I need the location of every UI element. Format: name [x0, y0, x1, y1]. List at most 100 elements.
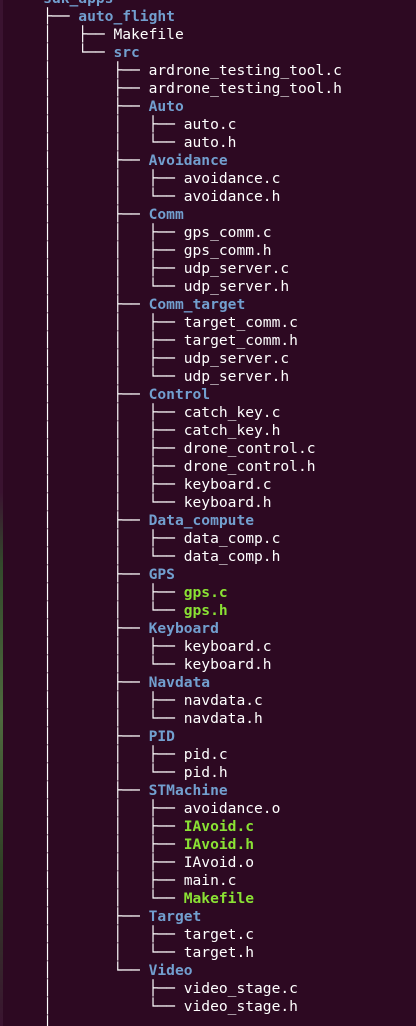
- file-name: udp_server.h: [183, 278, 290, 295]
- tree-row-file: │ ├── ardrone_testing_tool.h: [8, 80, 342, 98]
- directory-name: auto_flight: [78, 8, 175, 25]
- tree-row-file: │ │ ├── keyboard.c: [8, 476, 342, 494]
- tree-row-file: │ │ ├── keyboard.c: [8, 638, 342, 656]
- desktop-background-strip: [0, 0, 3, 1026]
- tree-guide-lines: │ │ ├──: [8, 692, 184, 709]
- tree-row-file: │ │ └── navdata.h: [8, 710, 342, 728]
- file-name: navdata.c: [183, 692, 263, 709]
- tree-row-directory: │ ├── Keyboard: [8, 620, 342, 638]
- tree-row-directory: ├── auto_flight: [8, 8, 342, 26]
- tree-guide-lines: │ │ ├──: [8, 800, 184, 817]
- tree-guide-lines: │ │ ├──: [8, 476, 184, 493]
- tree-guide-lines: │ │ ├──: [8, 746, 184, 763]
- file-name: avoidance.c: [183, 170, 281, 187]
- tree-row-file: │ │ └── Makefile: [8, 890, 342, 908]
- tree-row-file: │ │ └── pid.h: [8, 764, 342, 782]
- tree-guide-lines: │ └──: [8, 962, 149, 979]
- tree-row-file: │ │ ├── target.c: [8, 926, 342, 944]
- tree-guide-lines: │ ├──: [8, 152, 149, 169]
- tree-row-directory: │ ├── Avoidance: [8, 152, 342, 170]
- tree-row-file: │ ├── video_stage.c: [8, 980, 342, 998]
- tree-row-file: │ ├── ardrone_testing_tool.c: [8, 62, 342, 80]
- tree-guide-lines: │ ├──: [8, 512, 149, 529]
- tree-guide-lines: │ │ └──: [8, 548, 184, 565]
- file-name: navdata.h: [183, 710, 263, 727]
- tree-guide-lines: │ ├──: [8, 206, 149, 223]
- tree-guide-lines: │ │ └──: [8, 134, 184, 151]
- tree-row-file: │ │ └── keyboard.h: [8, 494, 342, 512]
- file-name: pid.h: [183, 764, 228, 781]
- tree-guide-lines: │ │ ├──: [8, 404, 184, 421]
- directory-name: src: [113, 44, 140, 61]
- tree-guide-lines: │ │ ├──: [8, 422, 184, 439]
- tree-guide-lines: │ │ ├──: [8, 224, 184, 241]
- directory-tree: └── sdk_apps ├── auto_flight │ ├── Makef…: [8, 0, 342, 1026]
- file-name: IAvoid.o: [183, 854, 255, 871]
- executable-file-name: gps.c: [183, 584, 228, 601]
- tree-row-file: │ ├── Makefile: [8, 26, 342, 44]
- tree-row-file: │ │ └── keyboard.h: [8, 656, 342, 674]
- tree-row-directory: │ ├── Navdata: [8, 674, 342, 692]
- tree-row-file: │ │ └── avoidance.h: [8, 188, 342, 206]
- tree-guide-lines: │ │ └──: [8, 368, 184, 385]
- file-name: drone_control.h: [183, 458, 316, 475]
- tree-row-file: │ │ └── auto.h: [8, 134, 342, 152]
- tree-guide-lines: │ │ ├──: [8, 818, 184, 835]
- tree-guide-lines: │ │ └──: [8, 656, 184, 673]
- tree-row-file: │ │ └── target.h: [8, 944, 342, 962]
- tree-row-file: │ │ ├── pid.c: [8, 746, 342, 764]
- tree-row-file: │ │ ├── udp_server.c: [8, 350, 342, 368]
- directory-name: Control: [148, 386, 211, 403]
- tree-guide-lines: ├──: [8, 8, 79, 25]
- file-name: avoidance.h: [183, 188, 281, 205]
- file-name: gps_comm.c: [183, 224, 272, 241]
- tree-row-directory: │ └── src: [8, 44, 342, 62]
- executable-file-name: IAvoid.c: [183, 818, 255, 835]
- tree-guide-lines: │ │ ├──: [8, 350, 184, 367]
- directory-name: Comm: [148, 206, 184, 223]
- file-name: Makefile: [113, 26, 184, 43]
- tree-guide-lines: │ │ └──: [8, 278, 184, 295]
- tree-guide-lines: │ │ ├──: [8, 170, 184, 187]
- tree-guide-lines: │ │ └──: [8, 188, 184, 205]
- file-name: keyboard.h: [183, 494, 272, 511]
- tree-row-directory: │ ├── Comm_target: [8, 296, 342, 314]
- file-name: data_comp.h: [183, 548, 281, 565]
- tree-guide-lines: │ │ └──: [8, 710, 184, 727]
- executable-file-name: gps.h: [183, 602, 228, 619]
- directory-name: sdk_apps: [43, 0, 113, 7]
- file-name: drone_control.c: [183, 440, 316, 457]
- tree-row-file: │ │ ├── catch_key.h: [8, 422, 342, 440]
- tree-guide-lines: │ ├──: [8, 980, 184, 997]
- file-name: keyboard.c: [183, 638, 272, 655]
- file-name: auto.h: [183, 134, 237, 151]
- tree-guide-lines: │ ├──: [8, 386, 149, 403]
- file-name: target_comm.h: [183, 332, 298, 349]
- directory-name: GPS: [148, 566, 175, 583]
- file-name: avoidance.o: [183, 800, 281, 817]
- tree-row-file: │ │ ├── drone_control.h: [8, 458, 342, 476]
- tree-guide-lines: └──: [8, 0, 43, 7]
- tree-row-file: │ │ ├── drone_control.c: [8, 440, 342, 458]
- directory-name: Keyboard: [148, 620, 219, 637]
- tree-guide-lines: │ ├──: [8, 908, 149, 925]
- tree-row-directory: │ ├── GPS: [8, 566, 342, 584]
- tree-guide-lines: │ │ ├──: [8, 638, 184, 655]
- tree-guide-lines: │ │ ├──: [8, 116, 184, 133]
- file-name: target_comm.c: [183, 314, 298, 331]
- tree-row-file: │ │ ├── target_comm.c: [8, 314, 342, 332]
- file-name: ardrone_testing_tool.h: [148, 80, 342, 97]
- file-name: keyboard.c: [183, 476, 272, 493]
- tree-guide-lines: │ │ └──: [8, 764, 184, 781]
- tree-row-file: │ │ ├── gps_comm.c: [8, 224, 342, 242]
- tree-row-file: │ │ └── gps.h: [8, 602, 342, 620]
- tree-row-file: │ │ ├── IAvoid.h: [8, 836, 342, 854]
- tree-guide-lines: │ │ ├──: [8, 584, 184, 601]
- executable-file-name: IAvoid.h: [183, 836, 255, 853]
- file-name: ardrone_testing_tool.c: [148, 62, 342, 79]
- tree-guide-lines: │: [8, 1016, 52, 1026]
- file-name: video_stage.h: [183, 998, 298, 1015]
- tree-guide-lines: │ ├──: [8, 62, 149, 79]
- tree-row-file: │ │ ├── gps_comm.h: [8, 242, 342, 260]
- file-name: catch_key.c: [183, 404, 281, 421]
